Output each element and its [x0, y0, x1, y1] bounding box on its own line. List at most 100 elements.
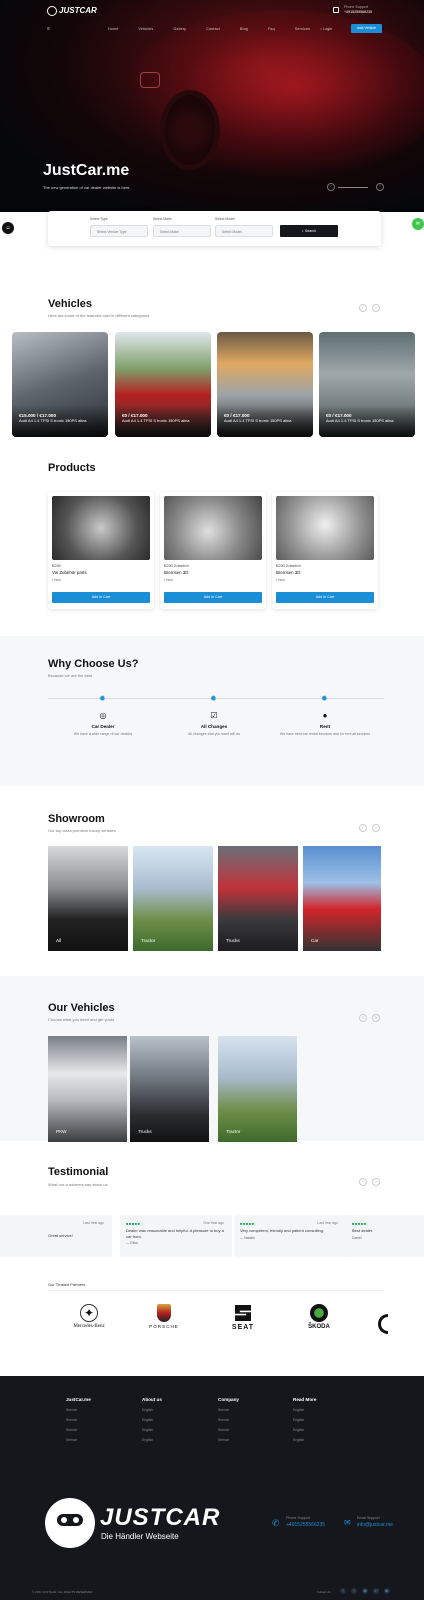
make-select[interactable]: Select Make: [153, 225, 211, 237]
footer-email[interactable]: info@justcar.me: [357, 1522, 393, 1528]
testimonial-next-icon[interactable]: ›: [372, 1178, 380, 1186]
twitter-icon[interactable]: t: [351, 1588, 357, 1594]
product-image[interactable]: [52, 496, 150, 560]
footer-link[interactable]: Service: [218, 1418, 239, 1422]
testimonial-subtitle: What our customers say about us: [48, 1182, 108, 1187]
our-vehicles-title: Our Vehicles: [48, 1002, 115, 1014]
add-vehicle-button[interactable]: Add Vehicle: [351, 24, 382, 33]
skoda-logo-icon: [310, 1304, 328, 1322]
type-select[interactable]: Select Vehicle Type: [90, 225, 148, 237]
chat-icon[interactable]: ✉: [412, 218, 424, 230]
vehicle-name: Audi A4 1.4 TFSI S tronic 150PS alina: [224, 418, 292, 423]
our-vehicle-label: PKW: [56, 1129, 67, 1134]
hero-slider-dots[interactable]: [338, 187, 368, 188]
footer-link[interactable]: Service: [66, 1408, 91, 1412]
footer-phone[interactable]: +4915255566235: [286, 1522, 325, 1528]
nav-contact[interactable]: Contact: [206, 27, 220, 31]
hero-wheel: [160, 90, 220, 170]
footer-link[interactable]: English: [293, 1428, 317, 1432]
accessibility-icon[interactable]: ☺: [2, 222, 14, 234]
nav-services[interactable]: Services: [295, 27, 310, 31]
our-vehicles-prev-icon[interactable]: ‹: [359, 1014, 367, 1022]
footer-link[interactable]: English: [142, 1408, 162, 1412]
vehicle-name: Audi A4 1.4 TFSI S tronic 150PS alina: [19, 418, 87, 423]
search-button[interactable]: ⌕ Search: [280, 225, 338, 237]
facebook-icon[interactable]: f: [340, 1588, 346, 1594]
product-name[interactable]: Vw Zubehör parts: [52, 570, 87, 575]
phone-number[interactable]: +4915255566235: [344, 10, 372, 14]
checkbox-icon: ☑: [210, 711, 218, 720]
nav-vehicles[interactable]: Vehicles: [138, 27, 153, 31]
product-name[interactable]: Bremsen 3D: [164, 570, 188, 575]
footer-link[interactable]: English: [293, 1408, 317, 1412]
showroom-next-icon[interactable]: ›: [372, 824, 380, 832]
footer-link[interactable]: English: [293, 1418, 317, 1422]
vehicles-prev-icon[interactable]: ‹: [359, 304, 367, 312]
showroom-item[interactable]: Tractor: [133, 846, 213, 951]
our-vehicle-item[interactable]: PKW: [48, 1036, 127, 1142]
footer-link[interactable]: Service: [66, 1438, 91, 1442]
partner-skoda[interactable]: ŠKODA: [294, 1302, 344, 1342]
showroom-prev-icon[interactable]: ‹: [359, 824, 367, 832]
youtube-icon[interactable]: ▶: [384, 1588, 390, 1594]
partner-name: ŠKODA: [308, 1324, 330, 1330]
partner-mercedes[interactable]: ✦ Mercedes-Benz: [64, 1302, 114, 1342]
showroom-item[interactable]: Car: [303, 846, 381, 951]
footer-phone-icon: ✆: [272, 1518, 280, 1528]
showroom-item[interactable]: All: [48, 846, 128, 951]
rating-stars-icon: ■■■■■: [352, 1221, 367, 1226]
footer-link[interactable]: English: [142, 1428, 162, 1432]
testimonial-card: Last Year ago Great service!: [0, 1215, 112, 1257]
main-nav: Home Vehicles Gallery Contact Blog Faq S…: [108, 27, 310, 31]
vehicle-card[interactable]: €15.000 / €17.000 Audi A4 1.4 TFSI S tron…: [12, 332, 108, 437]
partners-title: Our Trusted Partners: [48, 1282, 86, 1287]
add-to-cart-button[interactable]: Add to Cart: [164, 592, 262, 603]
partner-seat[interactable]: SEAT: [218, 1302, 268, 1342]
instagram-icon[interactable]: ◉: [362, 1588, 368, 1594]
partner-porsche[interactable]: PORSCHE: [139, 1302, 189, 1342]
showroom-item[interactable]: Trucks: [218, 846, 298, 951]
footer-link[interactable]: Service: [66, 1428, 91, 1432]
add-to-cart-button[interactable]: Add to Cart: [52, 592, 150, 603]
login-link[interactable]: ○ Login: [320, 27, 332, 31]
product-image[interactable]: [276, 496, 374, 560]
footer-link[interactable]: Service: [66, 1418, 91, 1422]
footer-link[interactable]: Service: [218, 1408, 239, 1412]
hero-prev-icon[interactable]: ‹: [327, 183, 335, 191]
model-select[interactable]: Select Model: [215, 225, 273, 237]
product-name[interactable]: Bremsen 3D: [276, 570, 300, 575]
testimonial-date: Last Year ago: [83, 1221, 104, 1225]
vehicle-card[interactable]: €0 / €17.000 Audi A4 1.4 TFSI S tronic 15…: [217, 332, 313, 437]
showroom-label: Tractor: [141, 938, 156, 943]
linkedin-icon[interactable]: in: [373, 1588, 379, 1594]
add-to-cart-button[interactable]: Add to Cart: [276, 592, 374, 603]
footer-link[interactable]: Service: [218, 1438, 239, 1442]
brand-logo[interactable]: JUSTCAR: [59, 6, 97, 15]
copyright: © 2024 JUSTCAR. ALL RIGHTS RESERVED: [32, 1590, 93, 1594]
nav-blog[interactable]: Blog: [240, 27, 248, 31]
vehicles-next-icon[interactable]: ›: [372, 304, 380, 312]
vehicle-card[interactable]: €0 / €17.000 Audi A4 1.4 TFSI S tronic 15…: [115, 332, 211, 437]
footer-link[interactable]: Service: [218, 1428, 239, 1432]
hero-next-icon[interactable]: ›: [376, 183, 384, 191]
footer-link[interactable]: English: [142, 1438, 162, 1442]
nav-home[interactable]: Home: [108, 27, 118, 31]
footer-link[interactable]: English: [293, 1438, 317, 1442]
testimonial-author: Daniel: [352, 1235, 362, 1240]
footer-col-title: JustCar.me: [66, 1397, 91, 1402]
footer-link[interactable]: English: [142, 1418, 162, 1422]
our-vehicles-next-icon[interactable]: ›: [372, 1014, 380, 1022]
nav-faq[interactable]: Faq: [268, 27, 275, 31]
footer-email-label: Email Support: [357, 1516, 380, 1520]
our-vehicle-item[interactable]: Trucks: [130, 1036, 209, 1142]
our-vehicle-item[interactable]: Tractor: [218, 1036, 297, 1142]
testimonial-prev-icon[interactable]: ‹: [359, 1178, 367, 1186]
partner-name: PORSCHE: [149, 1324, 179, 1329]
vehicle-name: Audi A4 1.4 TFSI S tronic 150PS alina: [122, 418, 190, 423]
menu-icon[interactable]: ≡: [47, 26, 50, 32]
feature-title: All Changes: [200, 724, 228, 729]
product-image[interactable]: [164, 496, 262, 560]
footer-logo[interactable]: JUSTCAR: [100, 1504, 220, 1532]
vehicle-card[interactable]: €0 / €17.000 Audi A4 1.4 TFSI S tronic 15…: [319, 332, 415, 437]
nav-gallery[interactable]: Gallery: [173, 27, 186, 31]
